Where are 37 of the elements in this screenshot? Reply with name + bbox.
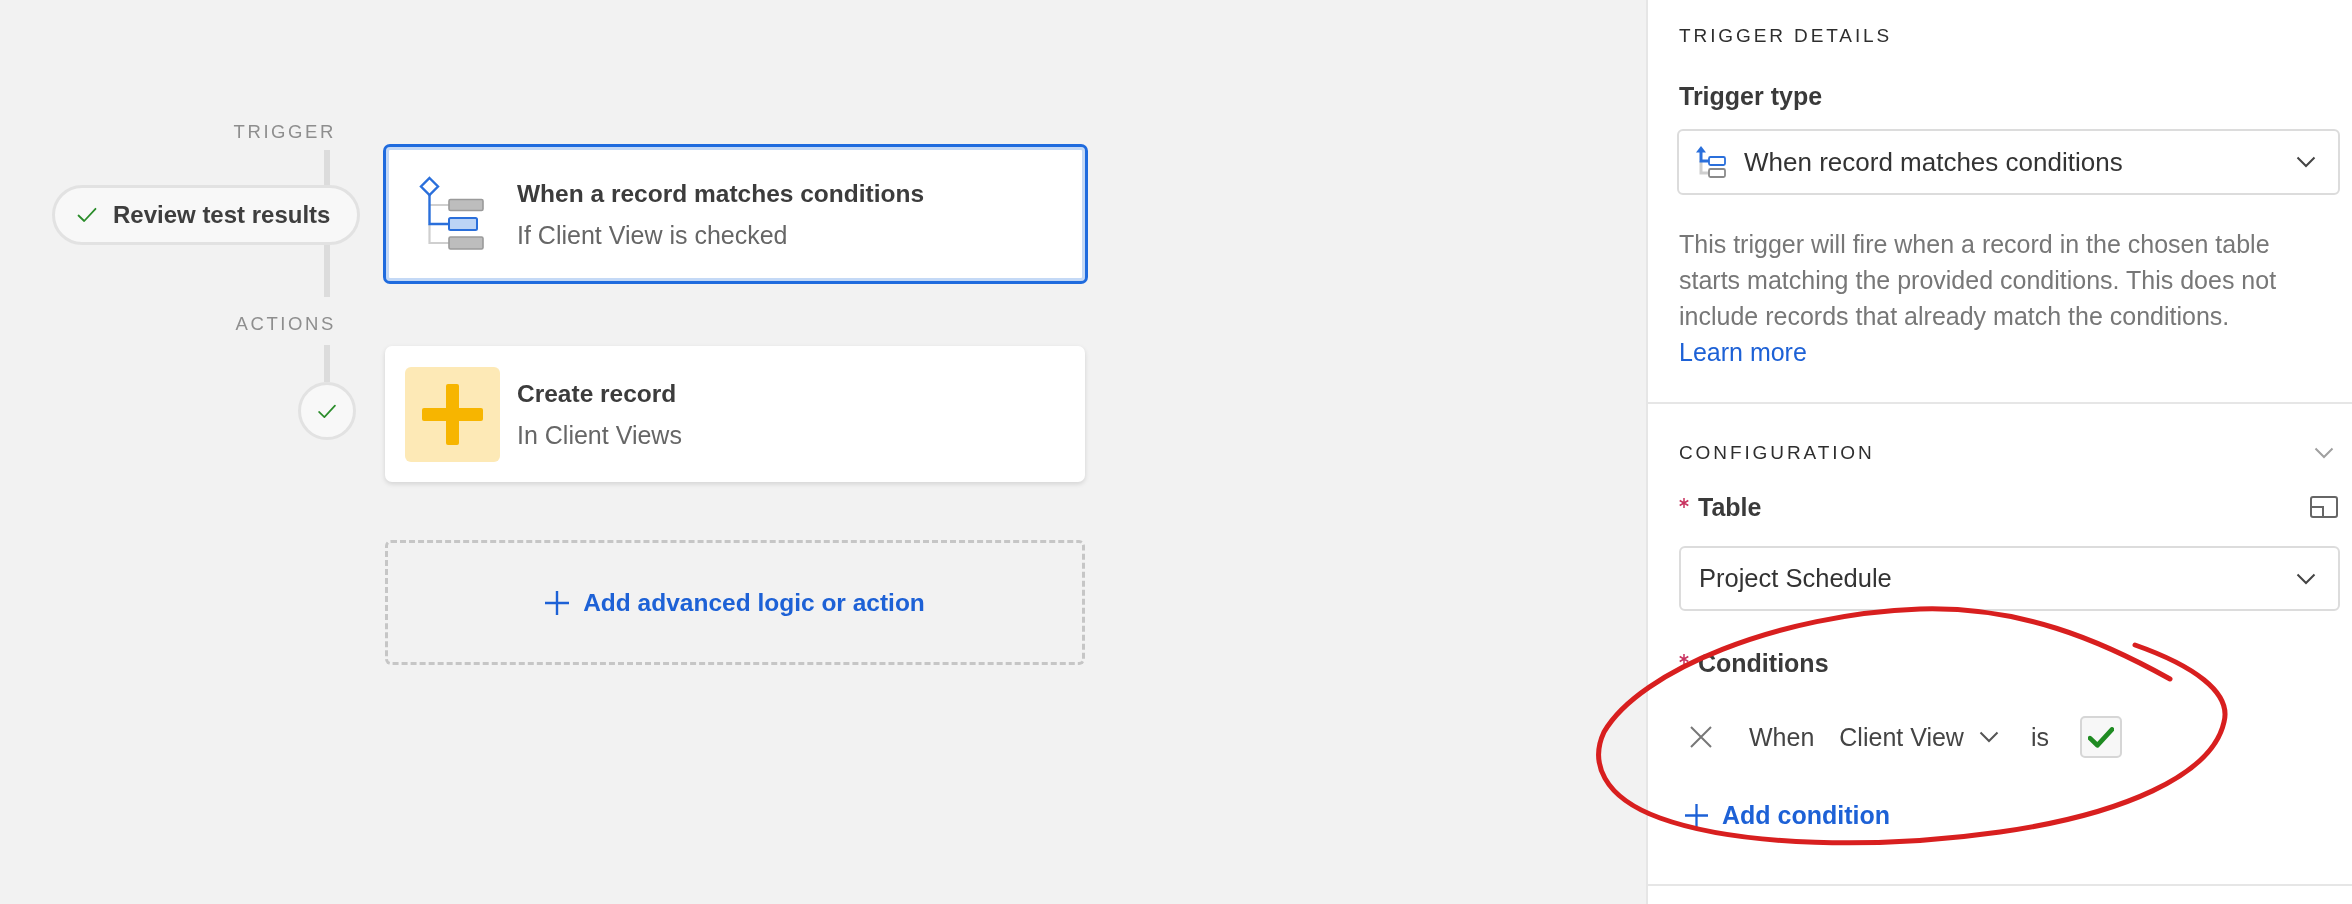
plus-tile-icon — [405, 366, 500, 462]
check-icon — [2088, 726, 2114, 748]
section-label: TRIGGER — [233, 120, 336, 144]
action-card[interactable]: Create record In Client Views — [385, 346, 1085, 482]
field-label: Trigger type — [1679, 81, 1824, 111]
close-icon[interactable] — [1690, 726, 1712, 748]
step-subtitle: In Client Views — [517, 419, 682, 450]
plus-icon — [545, 590, 570, 615]
trigger-card[interactable]: When a record matches conditions If Client View is checked — [383, 144, 1088, 284]
trigger-type-icon — [1695, 146, 1727, 178]
section-heading: CONFIGURATION — [1679, 441, 1875, 465]
field-label: Conditions — [1698, 648, 1829, 678]
section-heading: TRIGGER DETAILS — [1679, 24, 1894, 48]
add-condition-button[interactable]: Add condition — [1685, 801, 1891, 830]
section-label: ACTIONS — [235, 312, 336, 336]
chevron-down-icon — [2296, 572, 2316, 585]
learn-more-link[interactable]: Learn more — [1679, 338, 1807, 366]
add-step-button[interactable]: Add advanced logic or action — [385, 540, 1085, 665]
condition-text: When — [1749, 722, 1815, 752]
checkbox[interactable] — [2080, 716, 2122, 758]
table-dropdown[interactable]: Project Schedule — [1679, 546, 2340, 611]
window-icon[interactable] — [2310, 496, 2338, 518]
branching-list-icon — [417, 176, 485, 252]
review-test-button[interactable]: Review test results — [52, 185, 360, 245]
field-dropdown[interactable]: Client View — [1839, 722, 1999, 752]
trigger-type-dropdown[interactable]: When record matches conditions — [1677, 129, 2340, 195]
chevron-down-icon — [2296, 156, 2316, 168]
plus-icon — [1685, 804, 1708, 827]
condition-text: is — [2030, 722, 2049, 752]
step-subtitle: If Client View is checked — [517, 219, 789, 250]
trigger-description: This trigger will fire when a record in the chosen table starts matching the provided conditions. This does not include records that already match the conditions. Learn more — [1679, 229, 2278, 368]
step-title: Create record — [517, 378, 678, 409]
field-label: Table — [1698, 492, 1762, 522]
chevron-down-icon — [1978, 731, 1999, 743]
chevron-down-icon[interactable] — [2314, 447, 2334, 459]
step-title: When a record matches conditions — [517, 178, 925, 209]
check-icon — [77, 207, 97, 223]
